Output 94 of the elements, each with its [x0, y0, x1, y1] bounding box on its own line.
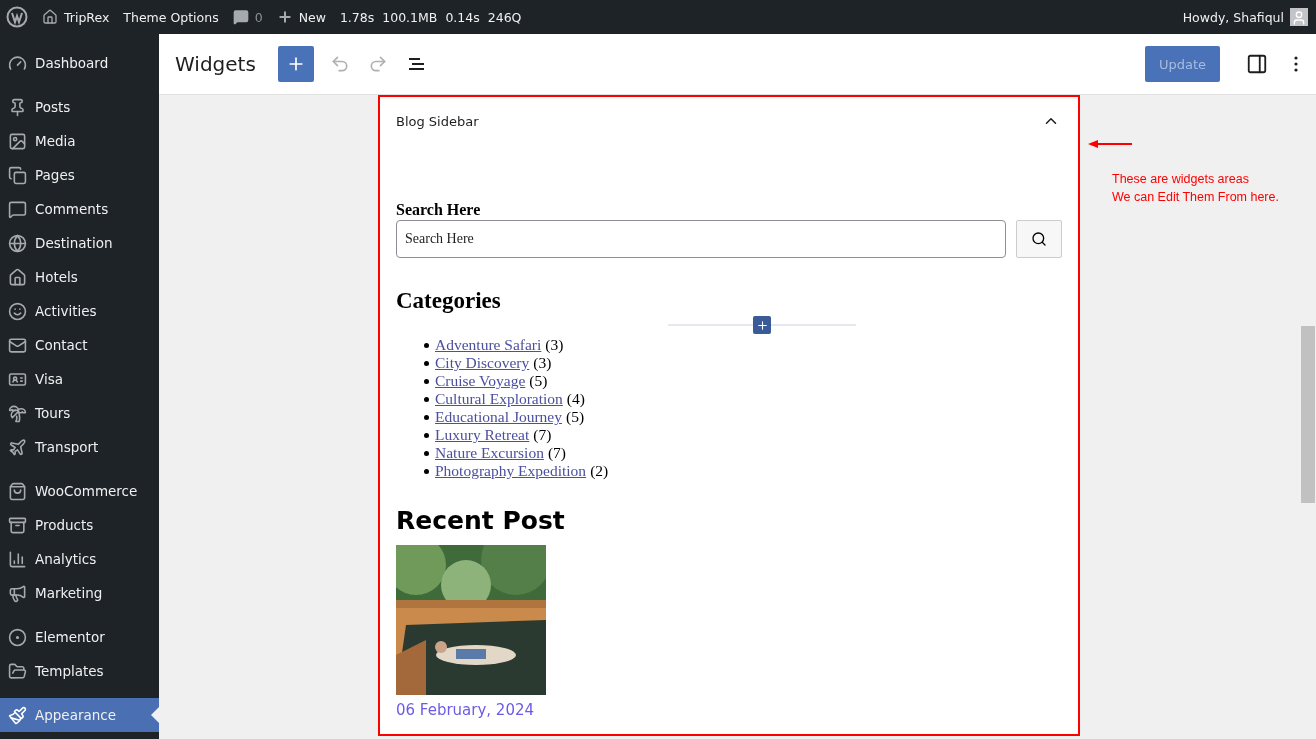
kebab-menu-icon — [1294, 56, 1298, 72]
category-count: (5) — [529, 372, 548, 390]
menu-icon — [8, 165, 27, 185]
sidebar-item[interactable]: Pages — [0, 158, 159, 192]
category-count: (4) — [566, 390, 585, 408]
stat-text: 100.1MB — [382, 9, 438, 25]
bullet-icon — [424, 468, 429, 474]
category-count: (7) — [547, 444, 566, 462]
search-label: Search Here — [396, 201, 482, 219]
menu-icon — [8, 199, 27, 219]
bullet-icon — [424, 396, 429, 402]
recent-post-heading: Recent Post — [396, 506, 566, 535]
menu-icon — [8, 627, 27, 647]
menu-icon — [8, 335, 27, 355]
menu-icon — [8, 267, 27, 287]
sidebar-item[interactable]: Tours — [0, 396, 159, 430]
scrollbar-thumb[interactable] — [1301, 326, 1315, 503]
theme-options-link[interactable]: Theme Options — [123, 9, 219, 25]
comment-icon — [232, 9, 249, 25]
bullet-icon — [424, 360, 429, 366]
current-pointer-icon — [151, 707, 159, 723]
arrow-icon — [1088, 139, 1132, 149]
menu-icon — [8, 97, 27, 117]
sidebar-item[interactable]: Transport — [0, 430, 159, 464]
search-button[interactable] — [1016, 220, 1062, 258]
menu-icon — [8, 549, 27, 569]
menu-icon — [8, 53, 27, 73]
bullet-icon — [424, 342, 429, 348]
sidebar-item[interactable]: Media — [0, 124, 159, 158]
site-link[interactable]: TripRex — [42, 9, 110, 25]
category-link[interactable]: Cruise Voyage — [435, 372, 526, 390]
plus-icon — [276, 9, 293, 25]
greeting-link[interactable]: Howdy, Shafiqul — [1182, 9, 1284, 25]
undo-icon — [329, 54, 350, 74]
menu-icon — [8, 437, 27, 457]
panel-icon — [1246, 53, 1268, 75]
category-link[interactable]: Photography Expedition — [435, 462, 587, 480]
category-link[interactable]: City Discovery — [435, 354, 530, 372]
category-link[interactable]: Cultural Exploration — [435, 390, 563, 408]
category-count: (5) — [566, 408, 585, 426]
sidebar-item[interactable]: Destination — [0, 226, 159, 260]
sidebar-item[interactable]: Visa — [0, 362, 159, 396]
bullet-icon — [424, 414, 429, 420]
wordpress-logo-icon[interactable] — [6, 6, 28, 28]
category-link[interactable]: Educational Journey — [435, 408, 562, 426]
widget-area-title: Blog Sidebar — [396, 113, 479, 129]
sidebar-item[interactable]: Marketing — [0, 576, 159, 610]
page-title: Widgets — [175, 52, 256, 76]
sidebar-item[interactable]: Activities — [0, 294, 159, 328]
sidebar-item[interactable]: Dashboard — [0, 46, 159, 80]
category-link[interactable]: Nature Excursion — [435, 444, 544, 462]
insert-block-button[interactable] — [753, 316, 771, 334]
menu-icon — [8, 583, 27, 603]
menu-icon — [8, 233, 27, 253]
bullet-icon — [424, 378, 429, 384]
sidebar-item[interactable]: Contact — [0, 328, 159, 362]
sidebar-item[interactable]: Products — [0, 508, 159, 542]
bullet-icon — [424, 432, 429, 438]
category-link[interactable]: Adventure Safari — [435, 336, 542, 354]
search-icon — [1031, 231, 1047, 247]
plus-icon — [755, 318, 769, 332]
sidebar-item[interactable]: Posts — [0, 90, 159, 124]
sidebar-item[interactable]: Appearance — [0, 698, 159, 732]
category-count: (2) — [590, 462, 609, 480]
stat-text: 1.78s — [339, 9, 375, 25]
stat-text: 0.14s — [445, 9, 480, 25]
bullet-icon — [424, 450, 429, 456]
sidebar-item[interactable]: WooCommerce — [0, 474, 159, 508]
category-count: (3) — [545, 336, 564, 354]
menu-icon — [8, 661, 27, 681]
more-options-button[interactable] — [1292, 54, 1300, 74]
sidebar-item[interactable]: Templates — [0, 654, 159, 688]
home-icon — [42, 9, 58, 25]
sidebar-item[interactable]: Analytics — [0, 542, 159, 576]
menu-icon — [8, 515, 27, 535]
sidebar-item[interactable]: Comments — [0, 192, 159, 226]
sidebar-item[interactable]: Elementor — [0, 620, 159, 654]
search-field[interactable]: Search Here — [396, 220, 1006, 258]
comments-link[interactable]: 0 — [232, 9, 263, 25]
category-count: (3) — [533, 354, 552, 372]
post-date: 06 February, 2024 — [396, 701, 536, 719]
menu-icon — [8, 705, 27, 725]
menu-icon — [8, 301, 27, 321]
menu-icon — [8, 481, 27, 501]
stat-text: 246Q — [487, 9, 522, 25]
add-block-button[interactable] — [277, 46, 314, 82]
categories-heading: Categories — [396, 288, 502, 314]
sidebar-item[interactable]: Hotels — [0, 260, 159, 294]
category-count: (7) — [533, 426, 552, 444]
new-link[interactable]: New — [276, 9, 326, 25]
menu-icon — [8, 403, 27, 423]
annotation-text: These are widgets areas We can Edit Them From here. — [1112, 171, 1279, 206]
menu-icon — [8, 131, 27, 151]
category-link[interactable]: Luxury Retreat — [435, 426, 530, 444]
